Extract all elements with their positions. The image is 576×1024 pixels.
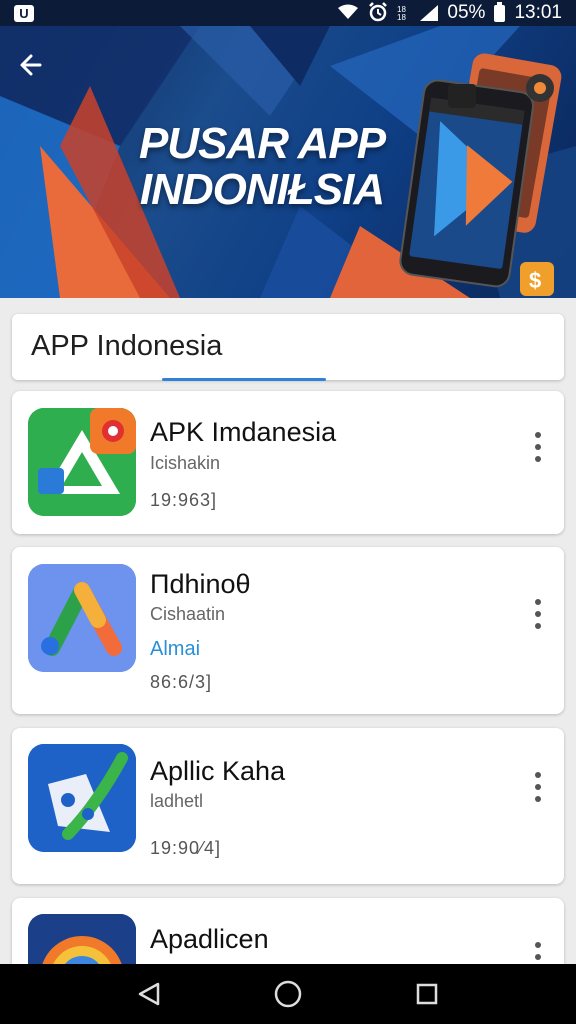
back-triangle-icon <box>139 982 160 1006</box>
status-bar: U 18 18 05% 13:01 <box>0 0 576 26</box>
wifi-icon <box>337 4 359 23</box>
battery-icon <box>494 1 506 22</box>
dot-icon <box>535 942 541 948</box>
app-developer: ladhetl <box>150 791 204 811</box>
nav-back-button[interactable] <box>129 974 169 1014</box>
app-name: Apadlicen <box>150 924 269 954</box>
search-focus-underline <box>162 378 326 381</box>
app-list-item[interactable]: Apllic Kaha ladhetl 19:90⁄4] <box>12 728 564 884</box>
dot-icon <box>535 772 541 778</box>
dot-icon <box>535 444 541 450</box>
dot-icon <box>535 784 541 790</box>
alarm-icon <box>368 1 388 25</box>
recents-square-icon <box>416 983 437 1005</box>
more-options-button[interactable] <box>530 432 546 462</box>
app-name: APK Imdanesia <box>150 417 337 447</box>
more-options-button[interactable] <box>530 772 546 802</box>
dot-icon <box>535 456 541 462</box>
system-navigation-bar <box>0 964 576 1024</box>
app-screen: U 18 18 05% 13:01 $ PUSAR APP INDONIŁSIA… <box>0 0 576 1024</box>
dot-icon <box>535 796 541 802</box>
dot-icon <box>535 611 541 617</box>
app-name: Πdhinoθ <box>150 569 251 599</box>
search-label: APP Indonesia <box>31 330 223 362</box>
banner-title: PUSAR APP INDONIŁSIA <box>138 119 386 214</box>
app-meta: 19:963] <box>150 490 218 510</box>
app-meta: 19:90⁄4] <box>150 838 222 858</box>
app-notification-icon: U <box>14 4 34 22</box>
app-list-item[interactable]: Πdhinoθ Cishaatin Almai 86:6/3] <box>12 547 564 714</box>
more-options-button[interactable] <box>530 599 546 629</box>
dot-icon <box>535 954 541 960</box>
app-list-item[interactable]: APK Imdanesia Icishakin 19:963] <box>12 391 564 534</box>
triangle-logo-icon <box>28 408 136 516</box>
back-button[interactable] <box>18 52 62 96</box>
svg-text:18: 18 <box>397 13 406 20</box>
signal-icon <box>420 5 439 21</box>
header-banner: $ PUSAR APP INDONIŁSIA <box>0 26 576 298</box>
dot-icon <box>535 599 541 605</box>
nav-recents-button[interactable] <box>407 974 447 1014</box>
home-circle-icon <box>274 980 302 1008</box>
dot-icon <box>535 432 541 438</box>
data-icon: 18 18 <box>397 4 411 23</box>
brush-logo-icon <box>28 744 136 852</box>
app-developer: Cishaatin <box>150 604 226 624</box>
clock: 13:01 <box>514 2 562 23</box>
battery-percent: 05% <box>447 2 486 23</box>
app-meta: 86:6/3] <box>150 672 213 692</box>
nav-home-button[interactable] <box>268 974 308 1014</box>
svg-text:$: $ <box>529 268 541 293</box>
arrow-logo-icon <box>28 564 136 672</box>
dot-icon <box>535 623 541 629</box>
app-tag: Almai <box>150 638 201 660</box>
search-bar[interactable]: APP Indonesia <box>12 314 564 381</box>
app-developer: Icishakin <box>150 453 221 473</box>
arrow-left-icon <box>20 54 42 76</box>
app-name: Apllic Kaha <box>150 756 286 786</box>
status-icons: 18 18 05% 13:01 <box>337 1 562 25</box>
